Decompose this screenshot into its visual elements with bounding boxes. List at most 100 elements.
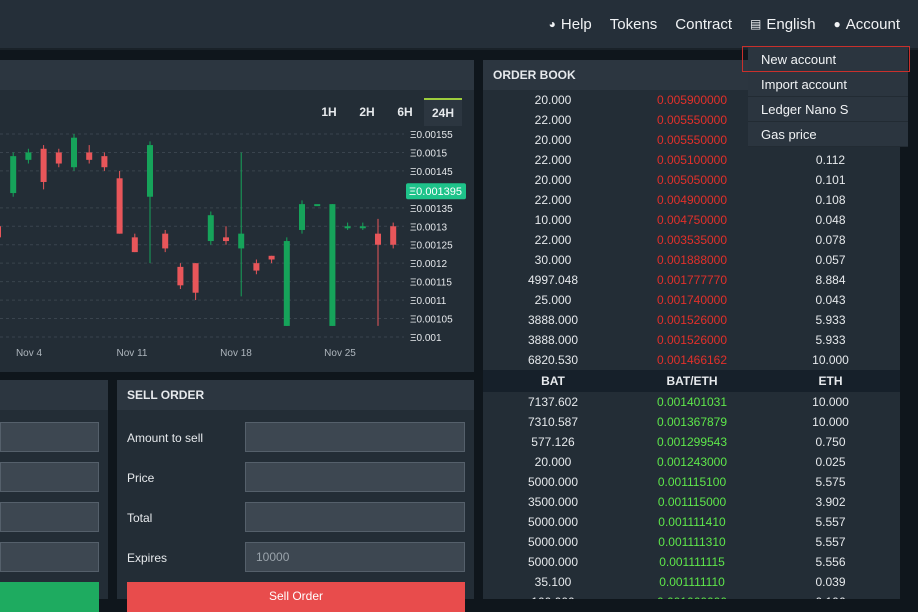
sell-bat-amount: 30.000 [534, 253, 572, 267]
nav-account[interactable]: ● Account [834, 16, 900, 33]
nav-help[interactable]: ◕ Help [549, 16, 592, 33]
sell-bat-eth-price: 0.001526000 [656, 313, 728, 327]
sell-bat-amount: 3888.000 [527, 313, 579, 327]
buy-total-input[interactable] [0, 502, 99, 532]
help-icon: ◕ [548, 17, 556, 31]
price-input[interactable] [245, 462, 465, 492]
nav-contract[interactable]: Contract [675, 16, 732, 33]
sell-row[interactable]: 22.000 0.004900000 0.108 [483, 190, 900, 210]
sell-eth-amount: 0.057 [815, 253, 846, 267]
nav-tokens[interactable]: Tokens [610, 16, 658, 33]
buy-eth-amount: 3.902 [815, 495, 846, 509]
buy-eth-amount: 5.556 [815, 555, 846, 569]
y-tick-label: Ξ0.00115 [410, 278, 452, 289]
buy-bat-amount: 3500.000 [527, 495, 579, 509]
amount-to-sell-input[interactable] [245, 422, 465, 452]
y-tick-label: Ξ0.00135 [410, 204, 453, 215]
sell-row[interactable]: 22.000 0.003535000 0.078 [483, 230, 900, 250]
y-tick-label: Ξ0.00125 [410, 241, 453, 252]
buy-bat-amount: 7310.587 [527, 415, 579, 429]
candle-body [329, 204, 336, 326]
buy-row[interactable]: 5000.000 0.001115100 5.575 [483, 472, 900, 492]
buy-bat-eth-price: 0.001111310 [658, 535, 726, 549]
candle-body [390, 226, 397, 245]
buy-bat-amount: 35.100 [534, 575, 572, 589]
sell-bat-amount: 20.000 [534, 173, 572, 187]
col-bat-eth: BAT/ETH [666, 374, 718, 388]
candle-body [25, 152, 32, 160]
candle-body [375, 233, 381, 245]
sell-bat-amount: 20.000 [534, 93, 572, 107]
buy-bat-eth-price: 0.001111115 [659, 555, 725, 569]
buy-row[interactable]: 577.126 0.001299543 0.750 [483, 432, 900, 452]
buy-bat-amount: 100.000 [483, 592, 623, 599]
buy-bat-eth-price: 0.001243000 [656, 455, 728, 469]
candle-body [283, 241, 290, 326]
buy-row[interactable]: 7310.587 0.001367879 10.000 [483, 412, 900, 432]
candle-body [238, 233, 245, 249]
expires-input[interactable]: 10000 [245, 542, 465, 572]
buy-row[interactable]: 3500.000 0.001115000 3.902 [483, 492, 900, 512]
buy-row[interactable]: 100.0000.0010600000.106 [483, 592, 900, 599]
sell-order-panel: SELL ORDER Amount to sell Price Total Ex… [117, 380, 474, 612]
buy-row[interactable]: 7137.602 0.001401031 10.000 [483, 392, 900, 412]
candle-body [131, 237, 138, 253]
nav-language[interactable]: ▤ English [750, 16, 816, 33]
sell-eth-amount: 5.933 [815, 333, 846, 347]
col-eth: ETH [818, 374, 843, 388]
menu-item-import-account[interactable]: Import account [748, 72, 908, 97]
sell-bat-amount: 22.000 [534, 113, 572, 127]
top-nav: ◕ Help Tokens Contract ▤ English ● Accou… [549, 0, 900, 48]
sell-bat-amount: 10.000 [534, 213, 572, 227]
y-tick-label: Ξ0.0011 [410, 296, 447, 307]
buy-eth-amount: 0.025 [815, 455, 846, 469]
sell-eth-amount: 0.108 [815, 193, 846, 207]
buy-row[interactable]: 5000.000 0.001111410 5.557 [483, 512, 900, 532]
menu-item-new-account[interactable]: New account [742, 46, 910, 72]
y-tick-label: Ξ0.0012 [410, 259, 448, 270]
buy-expires-input[interactable] [0, 542, 99, 572]
candle-body [344, 226, 351, 229]
candle-body [268, 255, 275, 260]
x-tick-label: Nov 25 [324, 348, 356, 359]
language-icon: ▤ [750, 17, 762, 31]
sell-row[interactable]: 4997.048 0.001777770 8.884 [483, 270, 900, 290]
sell-bat-eth-price: 0.001466162 [656, 353, 728, 367]
buy-row[interactable]: 35.100 0.001111110 0.039 [483, 572, 900, 592]
sell-bat-amount: 3888.000 [527, 333, 579, 347]
sell-bat-eth-price: 0.005050000 [656, 173, 728, 187]
buy-bat-amount: 20.000 [534, 455, 572, 469]
sell-bat-eth-price: 0.005550000 [656, 113, 728, 127]
buy-order-header [0, 380, 108, 410]
sell-row[interactable]: 20.000 0.005050000 0.101 [483, 170, 900, 190]
sell-row[interactable]: 30.000 0.001888000 0.057 [483, 250, 900, 270]
menu-item-ledger-nano-s[interactable]: Ledger Nano S [748, 97, 908, 122]
buy-order-button[interactable] [0, 582, 99, 612]
candlestick-chart[interactable]: Ξ0.00155 Ξ0.0015 Ξ0.00145 Ξ0.00135 Ξ0.0013 Ξ0… [0, 90, 474, 372]
sell-row[interactable]: 10.000 0.004750000 0.048 [483, 210, 900, 230]
sell-order-button[interactable]: Sell Order [127, 582, 465, 612]
sell-row[interactable]: 3888.000 0.001526000 5.933 [483, 330, 900, 350]
buy-row[interactable]: 5000.000 0.001111115 5.556 [483, 552, 900, 572]
buy-bat-amount: 5000.000 [527, 555, 579, 569]
buy-row[interactable]: 5000.000 0.001111310 5.557 [483, 532, 900, 552]
y-tick-label: Ξ0.001 [410, 333, 442, 344]
sell-bat-eth-price: 0.004900000 [656, 193, 728, 207]
y-tick-label: Ξ0.0013 [410, 222, 448, 233]
sell-bat-eth-price: 0.005100000 [656, 153, 728, 167]
nav-tokens-label: Tokens [609, 15, 658, 33]
total-input[interactable] [245, 502, 465, 532]
sell-row[interactable]: 6820.530 0.001466162 10.000 [483, 350, 900, 370]
sell-row[interactable]: 3888.000 0.001526000 5.933 [483, 310, 900, 330]
sell-row[interactable]: 25.000 0.001740000 0.043 [483, 290, 900, 310]
sell-bat-eth-price: 0.001777770 [656, 273, 728, 287]
current-price-label: Ξ0.001395 [409, 186, 462, 198]
buy-row[interactable]: 20.000 0.001243000 0.025 [483, 452, 900, 472]
nav-language-label: English [766, 15, 816, 33]
candle-body [116, 178, 123, 234]
buy-amount-input[interactable] [0, 422, 99, 452]
sell-row[interactable]: 22.000 0.005100000 0.112 [483, 150, 900, 170]
menu-item-gas-price[interactable]: Gas price [748, 122, 908, 147]
buy-price-input[interactable] [0, 462, 99, 492]
buy-eth-amount: 0.039 [815, 575, 846, 589]
